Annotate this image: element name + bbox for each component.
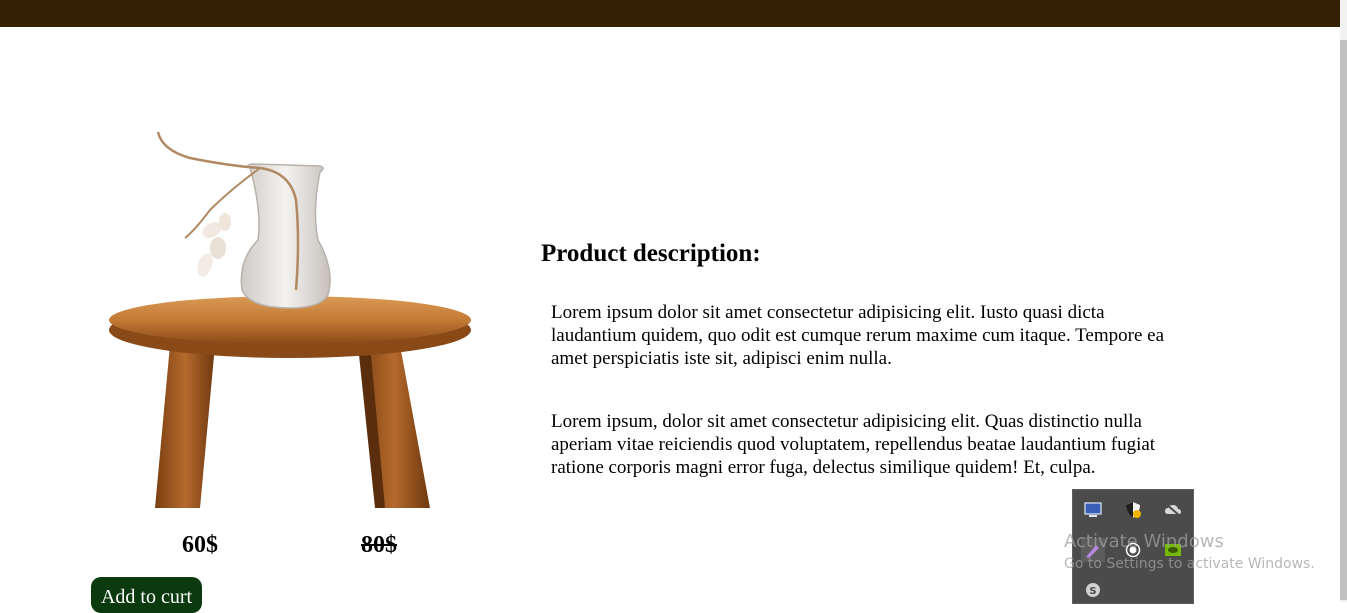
watermark-subtitle: Go to Settings to activate Windows. [1064,556,1315,572]
description-paragraph-2: Lorem ipsum, dolor sit amet consectetur … [551,411,1156,478]
description-title: Product description: [541,240,761,267]
description-paragraph-1: Lorem ipsum dolor sit amet consectetur a… [551,302,1165,369]
activate-windows-watermark: Activate Windows Go to Settings to activ… [1064,531,1315,572]
display-icon[interactable] [1081,498,1105,522]
security-shield-icon[interactable] [1121,498,1145,522]
old-price: 80$ [361,532,397,558]
add-to-cart-button[interactable]: Add to curt [91,577,202,613]
scrollbar-thumb[interactable] [1340,40,1347,600]
watermark-title: Activate Windows [1064,531,1224,552]
cloud-off-icon[interactable] [1161,498,1185,522]
svg-text:S: S [1089,586,1096,597]
product-image [109,131,471,508]
current-price: 60$ [182,532,218,558]
skype-icon[interactable]: S [1081,578,1105,602]
top-navbar [0,0,1340,27]
